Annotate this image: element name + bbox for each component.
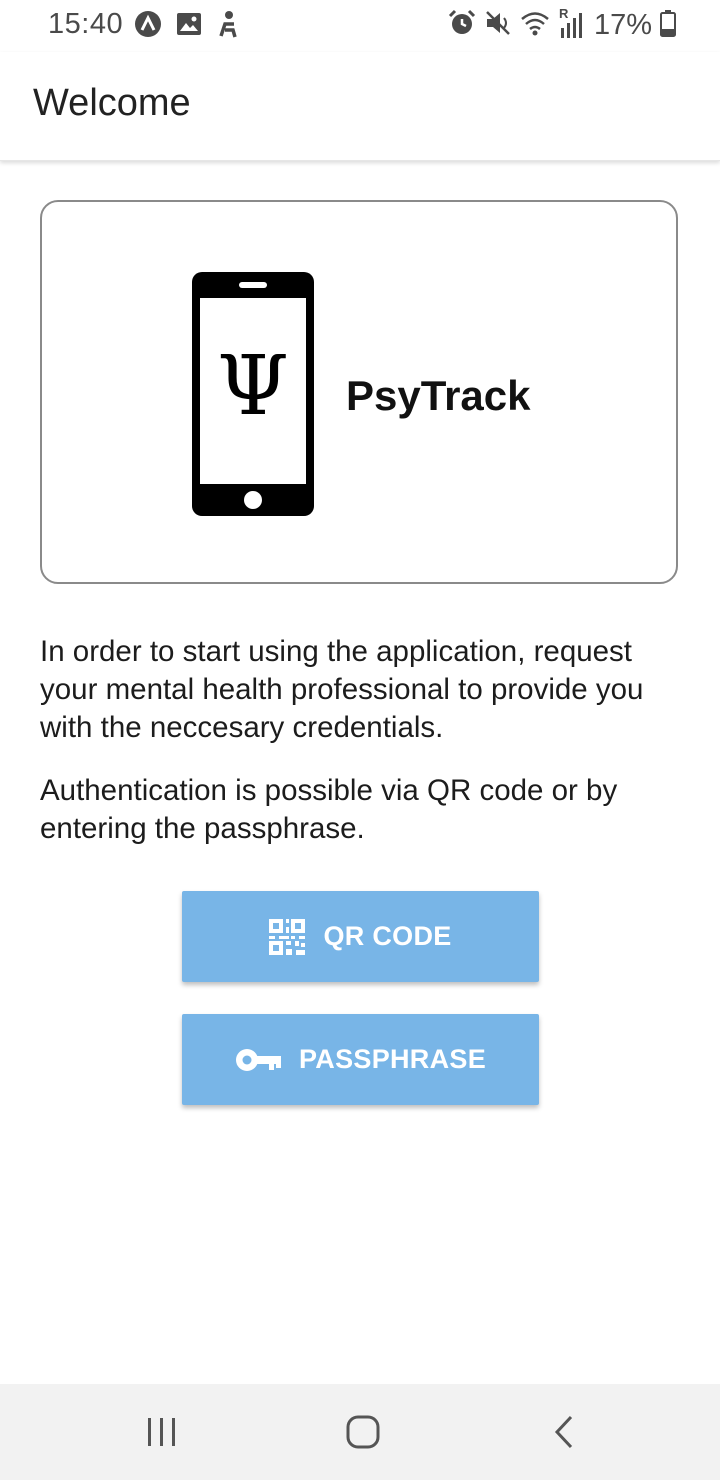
qr-code-button[interactable]: QR CODE <box>182 891 539 982</box>
app-notification-icon <box>134 10 162 43</box>
home-button[interactable] <box>333 1412 393 1456</box>
signal-icon: R <box>558 6 586 40</box>
status-time: 15:40 <box>48 8 124 40</box>
battery-percentage: 17% <box>593 8 652 41</box>
navigation-bar <box>0 1384 720 1480</box>
authentication-text: Authentication is possible via QR code o… <box>40 774 618 845</box>
recent-apps-icon <box>146 1417 178 1452</box>
page-title: Welcome <box>33 82 191 124</box>
passphrase-button[interactable]: PASSPHRASE <box>182 1014 539 1105</box>
gallery-icon <box>176 12 202 41</box>
home-icon <box>346 1415 380 1454</box>
alarm-icon <box>448 9 476 42</box>
key-icon <box>235 1047 281 1073</box>
wifi-icon <box>520 9 550 42</box>
app-bar: Welcome <box>0 52 720 161</box>
phone-logo-icon: Ψ <box>192 272 314 521</box>
back-button[interactable] <box>534 1412 594 1456</box>
back-icon <box>553 1415 575 1454</box>
psi-symbol: Ψ <box>217 339 289 434</box>
qr-code-icon <box>269 918 306 955</box>
accessibility-icon <box>216 10 240 43</box>
recent-apps-button[interactable] <box>132 1412 192 1456</box>
status-bar: 15:40 R 17% <box>0 0 720 52</box>
instructions-text: In order to start using the application,… <box>40 635 644 744</box>
app-name: PsyTrack <box>346 372 531 419</box>
qr-code-button-label: QR CODE <box>323 921 452 951</box>
mute-icon <box>484 9 512 42</box>
logo-card: Ψ PsyTrack <box>40 200 678 584</box>
passphrase-button-label: PASSPHRASE <box>298 1044 487 1074</box>
battery-icon <box>660 9 676 42</box>
